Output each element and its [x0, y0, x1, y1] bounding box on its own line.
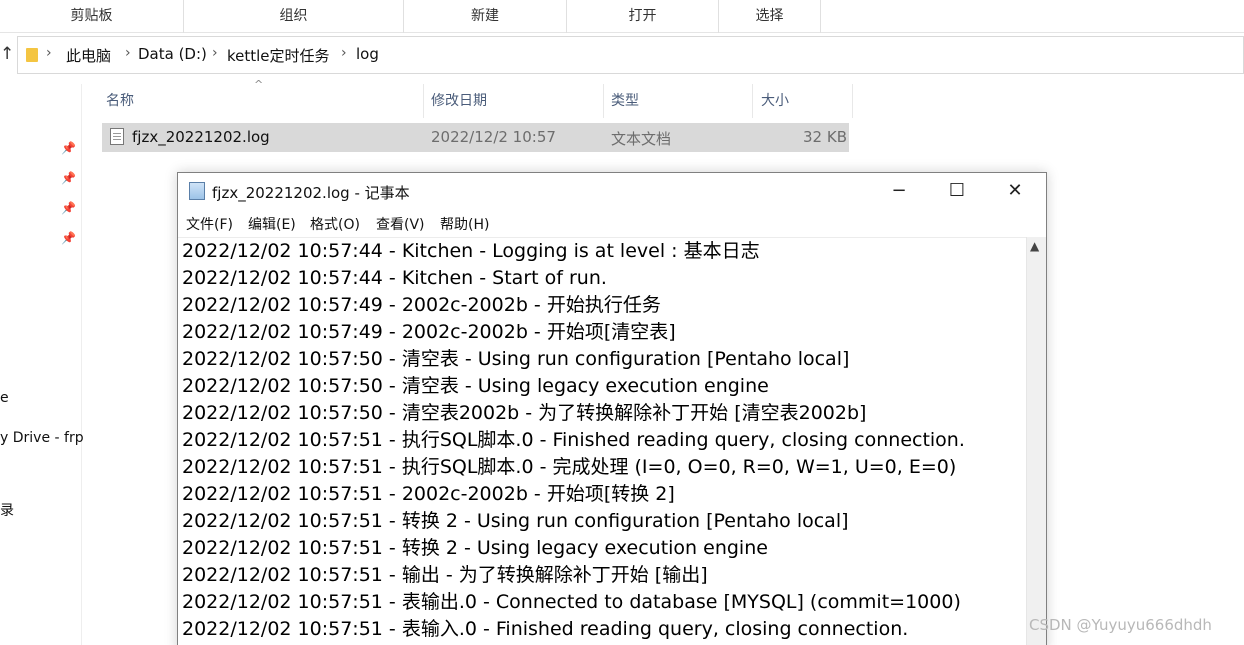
log-line: 2022/12/02 10:57:51 - 2002c-2002b - 开始项[…	[182, 483, 675, 505]
log-line: 2022/12/02 10:57:51 - 转换 2 - Using legac…	[182, 537, 768, 559]
column-header-modified[interactable]: 修改日期	[427, 84, 604, 118]
ribbon-group-clipboard[interactable]: 剪贴板	[0, 0, 184, 33]
ribbon-group-organize[interactable]: 组织	[184, 0, 404, 33]
notepad-titlebar[interactable]: fjzx_20221202.log - 记事本 − ☐ ✕	[178, 173, 1046, 209]
address-bar[interactable]: › 此电脑 › Data (D:) › kettle定时任务 › log	[17, 36, 1244, 74]
pin-icon[interactable]: 📌	[61, 231, 76, 245]
up-arrow-icon[interactable]: ↑	[0, 44, 14, 64]
column-header-size[interactable]: 大小	[757, 84, 853, 118]
text-file-icon	[110, 128, 124, 145]
window-title: fjzx_20221202.log - 记事本	[212, 184, 410, 202]
log-line: 2022/12/02 10:57:49 - 2002c-2002b - 开始执行…	[182, 294, 661, 316]
log-line: 2022/12/02 10:57:51 - 表输入.0 - Finished r…	[182, 618, 909, 640]
column-header-type[interactable]: 类型	[607, 84, 753, 118]
chevron-right-icon[interactable]: ›	[46, 45, 52, 61]
log-line: 2022/12/02 10:57:50 - 清空表 - Using run co…	[182, 348, 850, 370]
file-type: 文本文档	[611, 130, 672, 148]
file-name: fjzx_20221202.log	[132, 128, 270, 146]
log-line: 2022/12/02 10:57:51 - 转换 2 - Using run c…	[182, 510, 849, 532]
log-line: 2022/12/02 10:57:51 - 输出 - 为了转换解除补丁开始 [输…	[182, 564, 708, 586]
notepad-window: fjzx_20221202.log - 记事本 − ☐ ✕ 文件(F) 编辑(E…	[177, 172, 1047, 645]
chevron-right-icon[interactable]: ›	[125, 45, 131, 61]
breadcrumb-this-pc[interactable]: 此电脑	[66, 45, 111, 66]
pin-icon[interactable]: 📌	[61, 201, 76, 215]
ribbon-group-select[interactable]: 选择	[719, 0, 821, 33]
pin-icon[interactable]: 📌	[61, 141, 76, 155]
pin-icon[interactable]: 📌	[61, 171, 76, 185]
menu-bar: 文件(F) 编辑(E) 格式(O) 查看(V) 帮助(H)	[178, 209, 1046, 237]
log-line: 2022/12/02 10:57:51 - 执行SQL脚本.0 - Finish…	[182, 429, 965, 451]
log-line: 2022/12/02 10:57:44 - Kitchen - Start of…	[182, 267, 607, 289]
chevron-right-icon[interactable]: ›	[212, 45, 218, 61]
menu-format[interactable]: 格式(O)	[310, 214, 360, 234]
breadcrumb-data-drive[interactable]: Data (D:)	[138, 45, 207, 63]
watermark: CSDN @Yuyuyu666dhdh	[1029, 616, 1212, 634]
menu-file[interactable]: 文件(F)	[186, 214, 233, 234]
close-button[interactable]: ✕	[986, 173, 1044, 209]
log-line: 2022/12/02 10:57:51 - 执行SQL脚本.0 - 完成处理 (…	[182, 456, 957, 478]
notepad-icon	[189, 182, 205, 200]
log-line: 2022/12/02 10:57:51 - 表输出.0 - Connected …	[182, 591, 961, 613]
vertical-scrollbar[interactable]: ▲	[1026, 237, 1046, 645]
menu-view[interactable]: 查看(V)	[376, 214, 425, 234]
chevron-right-icon[interactable]: ›	[341, 45, 347, 61]
log-line: 2022/12/02 10:57:49 - 2002c-2002b - 开始项[…	[182, 321, 676, 343]
text-editor[interactable]: 2022/12/02 10:57:44 - Kitchen - Logging …	[178, 237, 1026, 645]
file-size: 32 KB	[803, 128, 847, 146]
column-header-name[interactable]: 名称	[102, 84, 424, 118]
ribbon-group-open[interactable]: 打开	[567, 0, 719, 33]
log-line: 2022/12/02 10:57:44 - Kitchen - Logging …	[182, 240, 760, 262]
ribbon: 剪贴板 组织 新建 打开 选择	[0, 0, 1244, 33]
nav-item[interactable]: 录	[0, 500, 14, 520]
menu-edit[interactable]: 编辑(E)	[248, 214, 296, 234]
nav-item-drive[interactable]: y Drive - frp	[0, 430, 84, 446]
navigation-pane: 📌 📌 📌 📌 e y Drive - frp 录	[0, 84, 84, 645]
ribbon-group-new[interactable]: 新建	[404, 0, 567, 33]
file-row[interactable]: fjzx_20221202.log 2022/12/2 10:57 文本文档 3…	[102, 123, 849, 152]
file-modified: 2022/12/2 10:57	[431, 128, 556, 146]
menu-help[interactable]: 帮助(H)	[440, 214, 489, 234]
log-line: 2022/12/02 10:57:50 - 清空表 - Using legacy…	[182, 375, 769, 397]
breadcrumb-kettle-folder[interactable]: kettle定时任务	[227, 45, 330, 66]
maximize-button[interactable]: ☐	[928, 173, 986, 209]
scroll-up-icon[interactable]: ▲	[1030, 239, 1039, 253]
folder-icon	[26, 48, 38, 62]
log-line: 2022/12/02 10:57:50 - 清空表2002b - 为了转换解除补…	[182, 402, 867, 424]
breadcrumb-log[interactable]: log	[356, 45, 379, 63]
minimize-button[interactable]: −	[870, 173, 928, 209]
nav-item[interactable]: e	[0, 390, 9, 406]
